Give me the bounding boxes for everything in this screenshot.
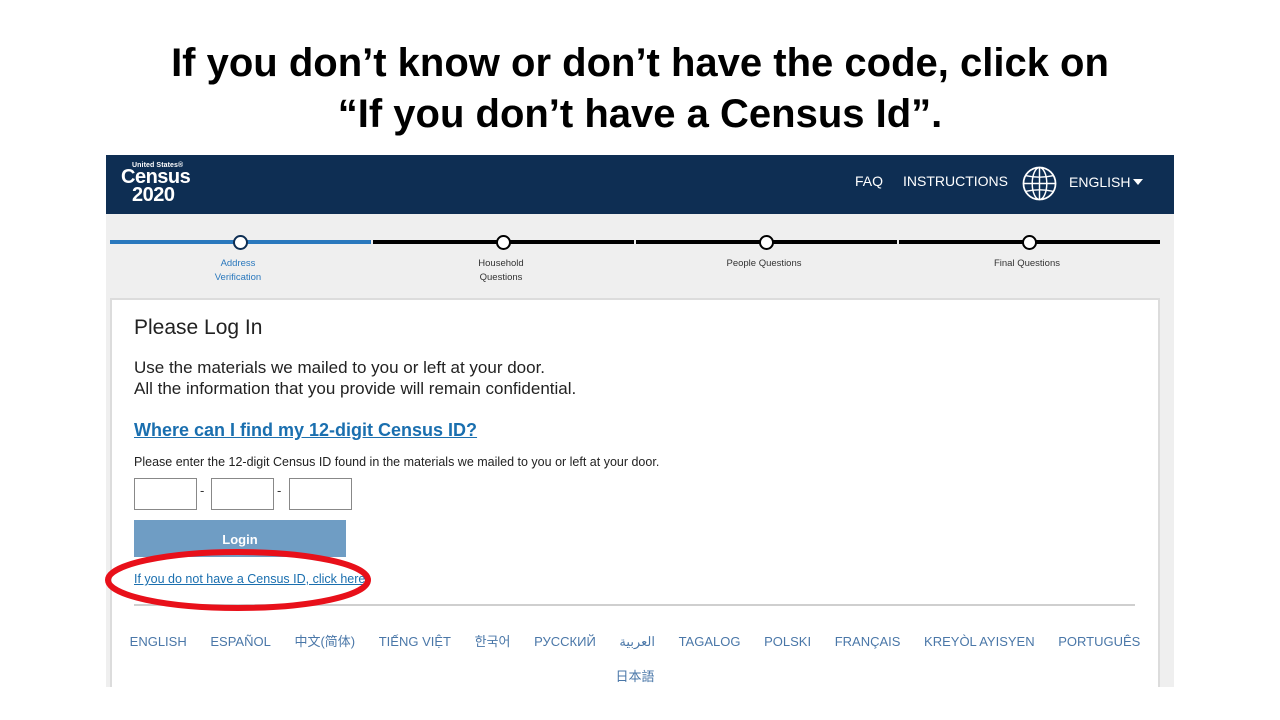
language-link-arabic[interactable]: العربية (619, 634, 655, 649)
language-link-japanese-row: 日本語 (112, 666, 1158, 685)
logo-year: 2020 (132, 184, 175, 206)
slide-title-line-1: If you don’t know or don’t have the code… (171, 41, 1109, 85)
footer-divider (134, 604, 1135, 606)
progress-node-address (233, 235, 248, 250)
progress-node-final (1022, 235, 1037, 250)
language-link-espanol[interactable]: ESPAÑOL (210, 634, 270, 649)
language-selector-label: ENGLISH (1069, 174, 1131, 190)
progress-node-household (496, 235, 511, 250)
caret-down-icon (1133, 179, 1144, 185)
language-link-korean[interactable]: 한국어 (475, 634, 511, 649)
step-label-household: Household Questions (441, 257, 561, 285)
language-link-tagalog[interactable]: TAGALOG (679, 634, 741, 649)
nav-faq-link[interactable]: FAQ (855, 173, 883, 189)
login-button[interactable]: Login (134, 520, 346, 557)
step-label-household-line-1: Household (478, 258, 524, 269)
language-link-russian[interactable]: РУССКИЙ (534, 634, 596, 649)
language-link-portuguese[interactable]: PORTUGUÊS (1058, 634, 1140, 649)
census-id-field-2[interactable] (211, 478, 274, 510)
census-id-field-3[interactable] (289, 478, 352, 510)
slide-title-line-2: “If you don’t have a Census Id”. (337, 92, 943, 136)
login-card: Please Log In Use the materials we maile… (110, 298, 1160, 687)
census-screenshot: United States® Census 2020 FAQ INSTRUCTI… (106, 155, 1174, 687)
step-label-address-line-1: Address (220, 258, 256, 269)
language-link-french[interactable]: FRANÇAIS (835, 634, 901, 649)
census-id-separator-2: - (277, 483, 282, 498)
slide-title: If you don’t know or don’t have the code… (0, 38, 1280, 140)
login-intro: Use the materials we mailed to you or le… (134, 357, 576, 399)
nav-instructions-link[interactable]: INSTRUCTIONS (903, 173, 1008, 189)
no-census-id-link[interactable]: If you do not have a Census ID, click he… (134, 572, 365, 586)
census-id-field-1[interactable] (134, 478, 197, 510)
site-header: United States® Census 2020 FAQ INSTRUCTI… (106, 155, 1174, 214)
step-label-address: Address Verification (178, 257, 298, 285)
step-label-final: Final Questions (967, 257, 1087, 271)
login-heading: Please Log In (134, 316, 263, 339)
language-link-vietnamese[interactable]: TIẾNG VIỆT (379, 634, 451, 649)
language-link-english[interactable]: ENGLISH (130, 634, 187, 649)
census-id-instruction: Please enter the 12-digit Census ID foun… (134, 455, 660, 469)
step-label-household-line-2: Questions (479, 272, 523, 283)
step-label-final-line-1: Final Questions (993, 258, 1060, 269)
step-label-people: People Questions (704, 257, 824, 271)
language-selector[interactable]: ENGLISH (1069, 174, 1144, 190)
progress-node-people (759, 235, 774, 250)
census-id-help-link[interactable]: Where can I find my 12-digit Census ID? (134, 420, 477, 441)
intro-line-2: All the information that you provide wil… (134, 379, 577, 398)
step-label-people-line-1: People Questions (726, 258, 802, 269)
globe-icon[interactable] (1022, 166, 1057, 201)
language-link-polish[interactable]: POLSKI (764, 634, 811, 649)
language-link-japanese[interactable]: 日本語 (615, 669, 654, 684)
language-link-chinese[interactable]: 中文(简体) (294, 634, 355, 649)
census-id-separator-1: - (200, 483, 205, 498)
language-link-haitian-creole[interactable]: KREYÒL AYISYEN (924, 634, 1035, 649)
step-label-address-line-2: Verification (214, 272, 262, 283)
intro-line-1: Use the materials we mailed to you or le… (134, 358, 546, 377)
language-links: ENGLISH ESPAÑOL 中文(简体) TIẾNG VIỆT 한국어 РУ… (112, 631, 1158, 650)
